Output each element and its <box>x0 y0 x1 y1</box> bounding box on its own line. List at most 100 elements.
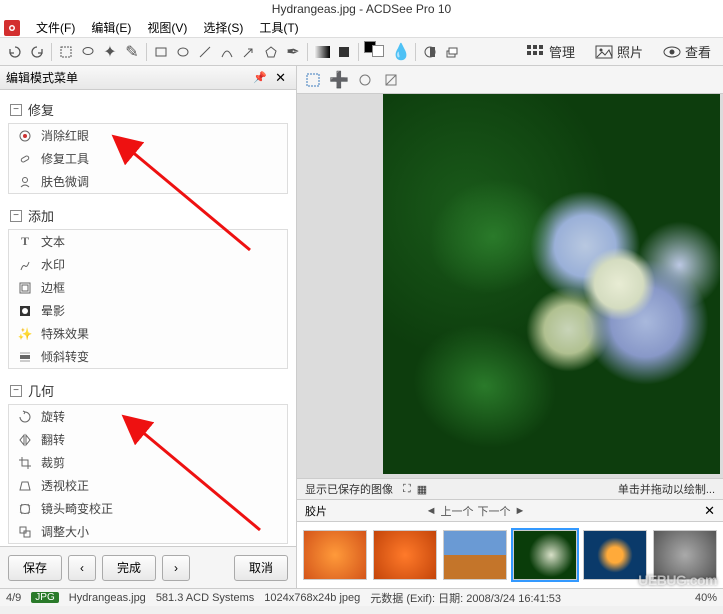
status-index: 4/9 <box>6 592 21 604</box>
redeye-icon <box>17 128 33 144</box>
item-crop[interactable]: 裁剪 <box>9 451 287 474</box>
section-geometry-header[interactable]: − 几何 <box>8 375 288 404</box>
section-add: T文本 水印 边框 晕影 ✨特殊效果 倾斜转变 <box>8 229 288 369</box>
pin-icon[interactable]: 📌 <box>249 71 271 84</box>
tab-manage[interactable]: 管理 <box>519 40 583 63</box>
redo-icon[interactable] <box>27 42 47 62</box>
mask-icon[interactable] <box>420 42 440 62</box>
skin-icon <box>17 174 33 190</box>
item-effects[interactable]: ✨特殊效果 <box>9 322 287 345</box>
section-add-header[interactable]: − 添加 <box>8 200 288 229</box>
marquee-icon[interactable] <box>303 70 323 90</box>
item-lens[interactable]: 镜头畸变校正 <box>9 497 287 520</box>
saved-label: 显示已保存的图像 <box>305 481 393 497</box>
item-skin[interactable]: 肤色微调 <box>9 170 287 193</box>
film-next[interactable]: 下一个 <box>478 503 511 519</box>
menu-select[interactable]: 选择(S) <box>195 19 251 36</box>
item-redeye[interactable]: 消除红眼 <box>9 124 287 147</box>
lasso-icon[interactable] <box>78 42 98 62</box>
watermark-icon <box>17 257 33 273</box>
status-bar: 4/9 JPG Hydrangeas.jpg 581.3 ACD Systems… <box>0 588 723 606</box>
item-rotate[interactable]: 旋转 <box>9 405 287 428</box>
shape-rect-icon[interactable] <box>151 42 171 62</box>
image-canvas[interactable] <box>297 94 723 478</box>
filmstrip-close-icon[interactable]: ✕ <box>704 503 715 519</box>
prev-button[interactable]: ‹ <box>68 555 96 581</box>
status-producer: 581.3 ACD Systems <box>156 592 254 604</box>
arrow-icon[interactable] <box>239 42 259 62</box>
layers-icon[interactable] <box>442 42 462 62</box>
wand-icon[interactable]: ✦ <box>100 42 120 62</box>
item-perspective[interactable]: 透视校正 <box>9 474 287 497</box>
film-prev[interactable]: 上一个 <box>441 503 474 519</box>
cancel-button[interactable]: 取消 <box>234 555 288 581</box>
status-filename: Hydrangeas.jpg <box>69 592 146 604</box>
thumb-1[interactable] <box>303 530 367 580</box>
save-button[interactable]: 保存 <box>8 555 62 581</box>
polygon-icon[interactable] <box>261 42 281 62</box>
viewer-area: ➕ 显示已保存的图像 ⛶ ▦ 单击并拖动以绘制... 胶片 ◄ 上一个 下一个 … <box>297 66 723 588</box>
item-flip[interactable]: 翻转 <box>9 428 287 451</box>
curve-icon[interactable] <box>217 42 237 62</box>
add-selection-icon[interactable]: ➕ <box>329 70 349 90</box>
text-icon: T <box>17 234 33 250</box>
panel-footer: 保存 ‹ 完成 › 取消 <box>0 546 296 588</box>
collapse-icon[interactable]: − <box>10 210 22 222</box>
item-vignette[interactable]: 晕影 <box>9 299 287 322</box>
watermark: UEBUG.com <box>638 572 717 588</box>
invert-icon[interactable] <box>381 70 401 90</box>
fit-icon[interactable]: ⛶ <box>403 483 411 496</box>
item-watermark[interactable]: 水印 <box>9 253 287 276</box>
line-icon[interactable] <box>195 42 215 62</box>
status-dims: 1024x768x24b jpeg <box>264 592 360 604</box>
menu-view[interactable]: 视图(V) <box>139 19 195 36</box>
eyedropper-icon[interactable]: 💧 <box>391 42 411 62</box>
select-rect-icon[interactable] <box>56 42 76 62</box>
thumb-4[interactable] <box>513 530 577 580</box>
thumb-2[interactable] <box>373 530 437 580</box>
item-heal[interactable]: 修复工具 <box>9 147 287 170</box>
format-badge: JPG <box>31 592 58 603</box>
actual-icon[interactable]: ▦ <box>417 483 427 496</box>
app-icon <box>4 20 20 36</box>
tilt-shift-icon <box>17 349 33 365</box>
gradient-icon[interactable] <box>312 42 332 62</box>
item-resize[interactable]: 调整大小 <box>9 520 287 543</box>
color-swatches[interactable] <box>364 43 388 61</box>
section-repair: 消除红眼 修复工具 肤色微调 <box>8 123 288 194</box>
vignette-icon <box>17 303 33 319</box>
item-tilt[interactable]: 倾斜转变 <box>9 345 287 368</box>
collapse-icon[interactable]: − <box>10 385 22 397</box>
pen-icon[interactable]: ✒ <box>283 42 303 62</box>
status-zoom: 40% <box>695 592 717 604</box>
item-border[interactable]: 边框 <box>9 276 287 299</box>
menu-bar: 文件(F) 编辑(E) 视图(V) 选择(S) 工具(T) <box>0 18 723 38</box>
fill-icon[interactable] <box>334 42 354 62</box>
film-prev-arrow[interactable]: ◄ <box>426 505 437 517</box>
border-icon <box>17 280 33 296</box>
section-geometry: 旋转 翻转 裁剪 透视校正 镜头畸变校正 调整大小 <box>8 404 288 544</box>
panel-title: 编辑模式菜单 <box>6 69 78 86</box>
film-next-arrow[interactable]: ► <box>515 505 526 517</box>
section-repair-header[interactable]: − 修复 <box>8 94 288 123</box>
thumb-3[interactable] <box>443 530 507 580</box>
menu-edit[interactable]: 编辑(E) <box>83 19 139 36</box>
menu-tools[interactable]: 工具(T) <box>251 19 306 36</box>
tab-view[interactable]: 查看 <box>655 40 719 63</box>
status-exif: 元数据 (Exif): 日期: 2008/3/24 16:41:53 <box>370 590 561 606</box>
tab-photos[interactable]: 照片 <box>587 40 651 63</box>
photos-icon <box>595 45 613 59</box>
item-text[interactable]: T文本 <box>9 230 287 253</box>
grid-icon <box>527 45 545 59</box>
menu-file[interactable]: 文件(F) <box>28 19 83 36</box>
rotate-icon <box>17 409 33 425</box>
effects-icon: ✨ <box>17 326 33 342</box>
next-button[interactable]: › <box>162 555 190 581</box>
mask-view-icon[interactable] <box>355 70 375 90</box>
close-icon[interactable]: ✕ <box>271 70 290 86</box>
brush-icon[interactable]: ✎ <box>122 42 142 62</box>
collapse-icon[interactable]: − <box>10 104 22 116</box>
shape-ellipse-icon[interactable] <box>173 42 193 62</box>
undo-icon[interactable] <box>5 42 25 62</box>
done-button[interactable]: 完成 <box>102 555 156 581</box>
